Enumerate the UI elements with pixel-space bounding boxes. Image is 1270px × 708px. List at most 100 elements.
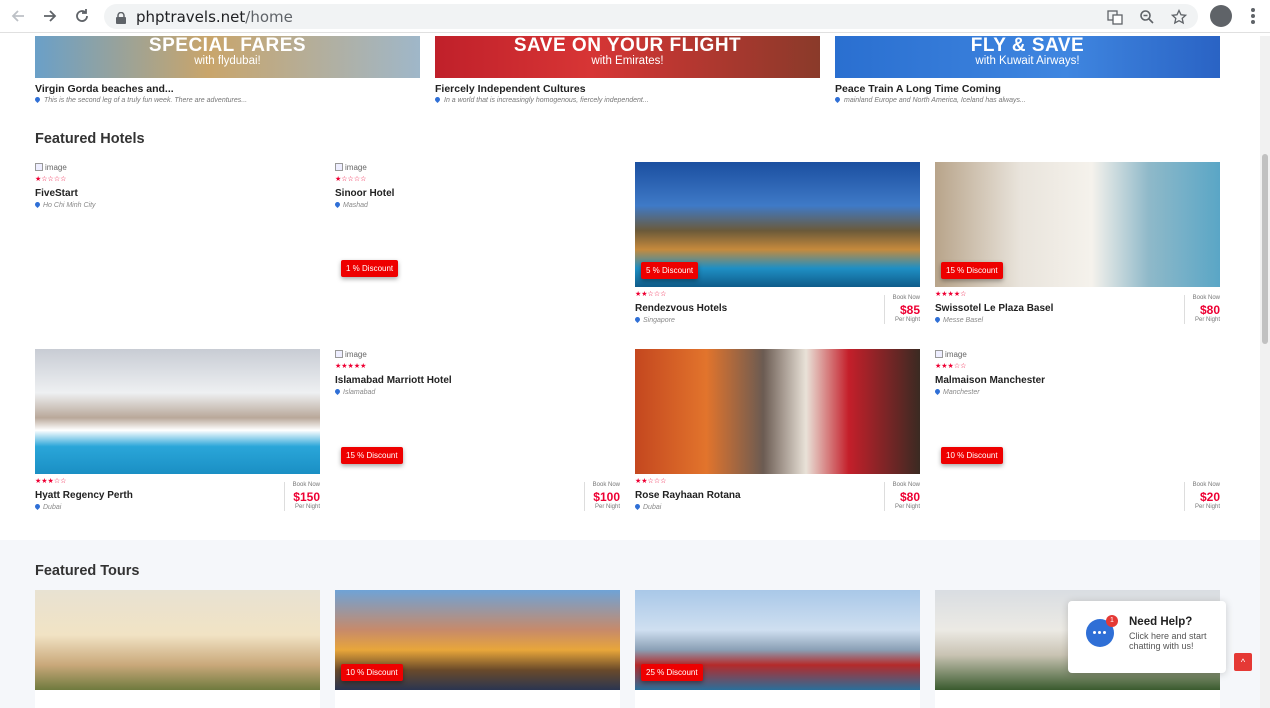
offer-card[interactable]: FLY & SAVE with Kuwait Airways! Peace Tr… bbox=[835, 36, 1220, 104]
per-night-label: Per Night bbox=[894, 317, 920, 323]
book-now-label[interactable]: Book Now bbox=[585, 482, 620, 489]
offer-banner[interactable]: SAVE ON YOUR FLIGHT with Emirates! bbox=[435, 36, 820, 78]
book-now-label[interactable]: Book Now bbox=[1185, 482, 1220, 489]
offer-description: In a world that is increasingly homogeno… bbox=[435, 97, 820, 104]
hotel-name[interactable]: Islamabad Marriott Hotel bbox=[335, 375, 620, 386]
hotel-price: $150 bbox=[293, 490, 320, 504]
tour-card[interactable]: 10 % Discount bbox=[335, 590, 620, 708]
hotel-name[interactable]: Swissotel Le Plaza Basel bbox=[935, 303, 1220, 314]
tour-image[interactable] bbox=[35, 590, 320, 690]
help-title[interactable]: Need Help? bbox=[1129, 616, 1192, 628]
hotel-name[interactable]: Hyatt Regency Perth bbox=[35, 490, 320, 501]
offer-title[interactable]: Virgin Gorda beaches and... bbox=[35, 83, 420, 95]
star-rating: ★★★☆☆ bbox=[35, 478, 67, 485]
hotel-name[interactable]: Malmaison Manchester bbox=[935, 375, 1220, 386]
browser-toolbar: phptravels.net/home bbox=[0, 0, 1270, 33]
reload-icon[interactable] bbox=[70, 4, 94, 28]
offer-heading: SAVE ON YOUR FLIGHT bbox=[513, 36, 742, 56]
forward-icon[interactable] bbox=[38, 4, 62, 28]
location-pin-icon bbox=[435, 97, 440, 104]
offer-banner[interactable]: SPECIAL FARES with flydubai! bbox=[35, 36, 420, 78]
hotel-card[interactable]: image ★★★★★ Islamabad Marriott Hotel Isl… bbox=[335, 349, 620, 514]
scroll-to-top-icon[interactable]: ^ bbox=[1234, 653, 1252, 671]
location-pin-icon bbox=[635, 317, 640, 324]
hotel-card[interactable]: ★★☆☆☆ Rose Rayhaan Rotana Dubai Book Now… bbox=[635, 349, 920, 511]
hotel-location: Manchester bbox=[935, 389, 1220, 396]
price-box[interactable]: Book Now $80 Per Night bbox=[884, 482, 920, 511]
price-box[interactable]: Book Now $150 Per Night bbox=[284, 482, 320, 511]
hotel-image[interactable]: 5 % Discount bbox=[635, 162, 920, 287]
notification-count: 1 bbox=[1106, 615, 1118, 627]
location-pin-icon bbox=[335, 202, 340, 209]
broken-image[interactable]: image bbox=[335, 349, 620, 359]
hotel-location: Mashad bbox=[335, 202, 620, 209]
discount-badge: 5 % Discount bbox=[641, 262, 699, 279]
profile-avatar-icon[interactable] bbox=[1210, 5, 1232, 27]
price-box[interactable]: Book Now $20 Per Night bbox=[1184, 482, 1220, 511]
offer-subheading: with Emirates! bbox=[591, 55, 664, 67]
image-placeholder-icon bbox=[935, 350, 943, 358]
url-text[interactable]: phptravels.net/home bbox=[136, 8, 293, 26]
hotel-image[interactable] bbox=[635, 349, 920, 474]
hotel-card[interactable]: image ★☆☆☆☆ FiveStart Ho Chi Minh City bbox=[35, 162, 320, 209]
offer-banner[interactable]: FLY & SAVE with Kuwait Airways! bbox=[835, 36, 1220, 78]
hotel-name[interactable]: Rose Rayhaan Rotana bbox=[635, 490, 920, 501]
hotel-card[interactable]: 5 % Discount ★★☆☆☆ Rendezvous Hotels Sin… bbox=[635, 162, 920, 324]
star-rating: ★★★☆☆ bbox=[935, 363, 967, 370]
help-text[interactable]: Click here and start chatting with us! bbox=[1129, 631, 1219, 651]
featured-tours-title: Featured Tours bbox=[35, 563, 140, 579]
broken-image[interactable]: image bbox=[335, 162, 620, 172]
location-pin-icon bbox=[35, 202, 40, 209]
broken-image[interactable]: image bbox=[935, 349, 1220, 359]
hotel-card[interactable]: image ★★★☆☆ Malmaison Manchester Manches… bbox=[935, 349, 1220, 514]
tour-card[interactable]: 25 % Discount bbox=[635, 590, 920, 708]
hotel-location: Singapore bbox=[635, 317, 920, 324]
price-box[interactable]: Book Now $80 Per Night bbox=[1184, 295, 1220, 324]
hotel-price: $20 bbox=[1199, 490, 1220, 504]
hotel-card[interactable]: 15 % Discount ★★★★☆ Swissotel Le Plaza B… bbox=[935, 162, 1220, 324]
broken-image[interactable]: image bbox=[35, 162, 320, 172]
page-scrollbar[interactable] bbox=[1260, 36, 1270, 708]
price-box[interactable]: Book Now $100 Per Night bbox=[584, 482, 620, 511]
zoom-icon[interactable] bbox=[1138, 8, 1156, 26]
back-icon[interactable] bbox=[6, 4, 30, 28]
lock-icon[interactable] bbox=[116, 11, 126, 24]
star-rating: ★★☆☆☆ bbox=[635, 478, 667, 485]
tour-image[interactable]: 25 % Discount bbox=[635, 590, 920, 690]
hotel-name[interactable]: Rendezvous Hotels bbox=[635, 303, 920, 314]
location-pin-icon bbox=[935, 317, 940, 324]
offer-title[interactable]: Peace Train A Long Time Coming bbox=[835, 83, 1220, 95]
scrollbar-thumb[interactable] bbox=[1262, 154, 1268, 344]
hotel-card[interactable]: ★★★☆☆ Hyatt Regency Perth Dubai Book Now… bbox=[35, 349, 320, 511]
hotel-image[interactable]: 15 % Discount bbox=[935, 162, 1220, 287]
hotel-card[interactable]: image ★☆☆☆☆ Sinoor Hotel Mashad 1 % Disc… bbox=[335, 162, 620, 322]
offer-card[interactable]: SPECIAL FARES with flydubai! Virgin Gord… bbox=[35, 36, 420, 104]
offer-card[interactable]: SAVE ON YOUR FLIGHT with Emirates! Fierc… bbox=[435, 36, 820, 104]
book-now-label[interactable]: Book Now bbox=[885, 482, 920, 489]
discount-badge: 10 % Discount bbox=[941, 447, 1003, 464]
offer-description: This is the second leg of a truly fun we… bbox=[35, 97, 420, 104]
address-bar[interactable]: phptravels.net/home bbox=[104, 4, 1198, 29]
discount-badge: 25 % Discount bbox=[641, 664, 703, 681]
hotel-image[interactable] bbox=[35, 349, 320, 474]
price-box[interactable]: Book Now $85 Per Night bbox=[884, 295, 920, 324]
tour-card[interactable] bbox=[35, 590, 320, 708]
per-night-label: Per Night bbox=[594, 504, 620, 510]
hotel-name[interactable]: FiveStart bbox=[35, 188, 320, 199]
bookmark-star-icon[interactable] bbox=[1170, 8, 1188, 26]
image-placeholder-icon bbox=[335, 163, 343, 171]
hotel-location: Ho Chi Minh City bbox=[35, 202, 320, 209]
offer-title[interactable]: Fiercely Independent Cultures bbox=[435, 83, 820, 95]
translate-icon[interactable] bbox=[1106, 8, 1124, 26]
book-now-label[interactable]: Book Now bbox=[1185, 295, 1220, 302]
image-placeholder-icon bbox=[35, 163, 43, 171]
chat-help-widget[interactable]: 1 Need Help? Click here and start chatti… bbox=[1068, 601, 1226, 673]
hotel-location: Dubai bbox=[635, 504, 920, 511]
hotel-price: $85 bbox=[899, 303, 920, 317]
tour-image[interactable]: 10 % Discount bbox=[335, 590, 620, 690]
book-now-label[interactable]: Book Now bbox=[285, 482, 320, 489]
per-night-label: Per Night bbox=[894, 504, 920, 510]
hotel-name[interactable]: Sinoor Hotel bbox=[335, 188, 620, 199]
browser-menu-icon[interactable] bbox=[1246, 6, 1260, 26]
book-now-label[interactable]: Book Now bbox=[885, 295, 920, 302]
